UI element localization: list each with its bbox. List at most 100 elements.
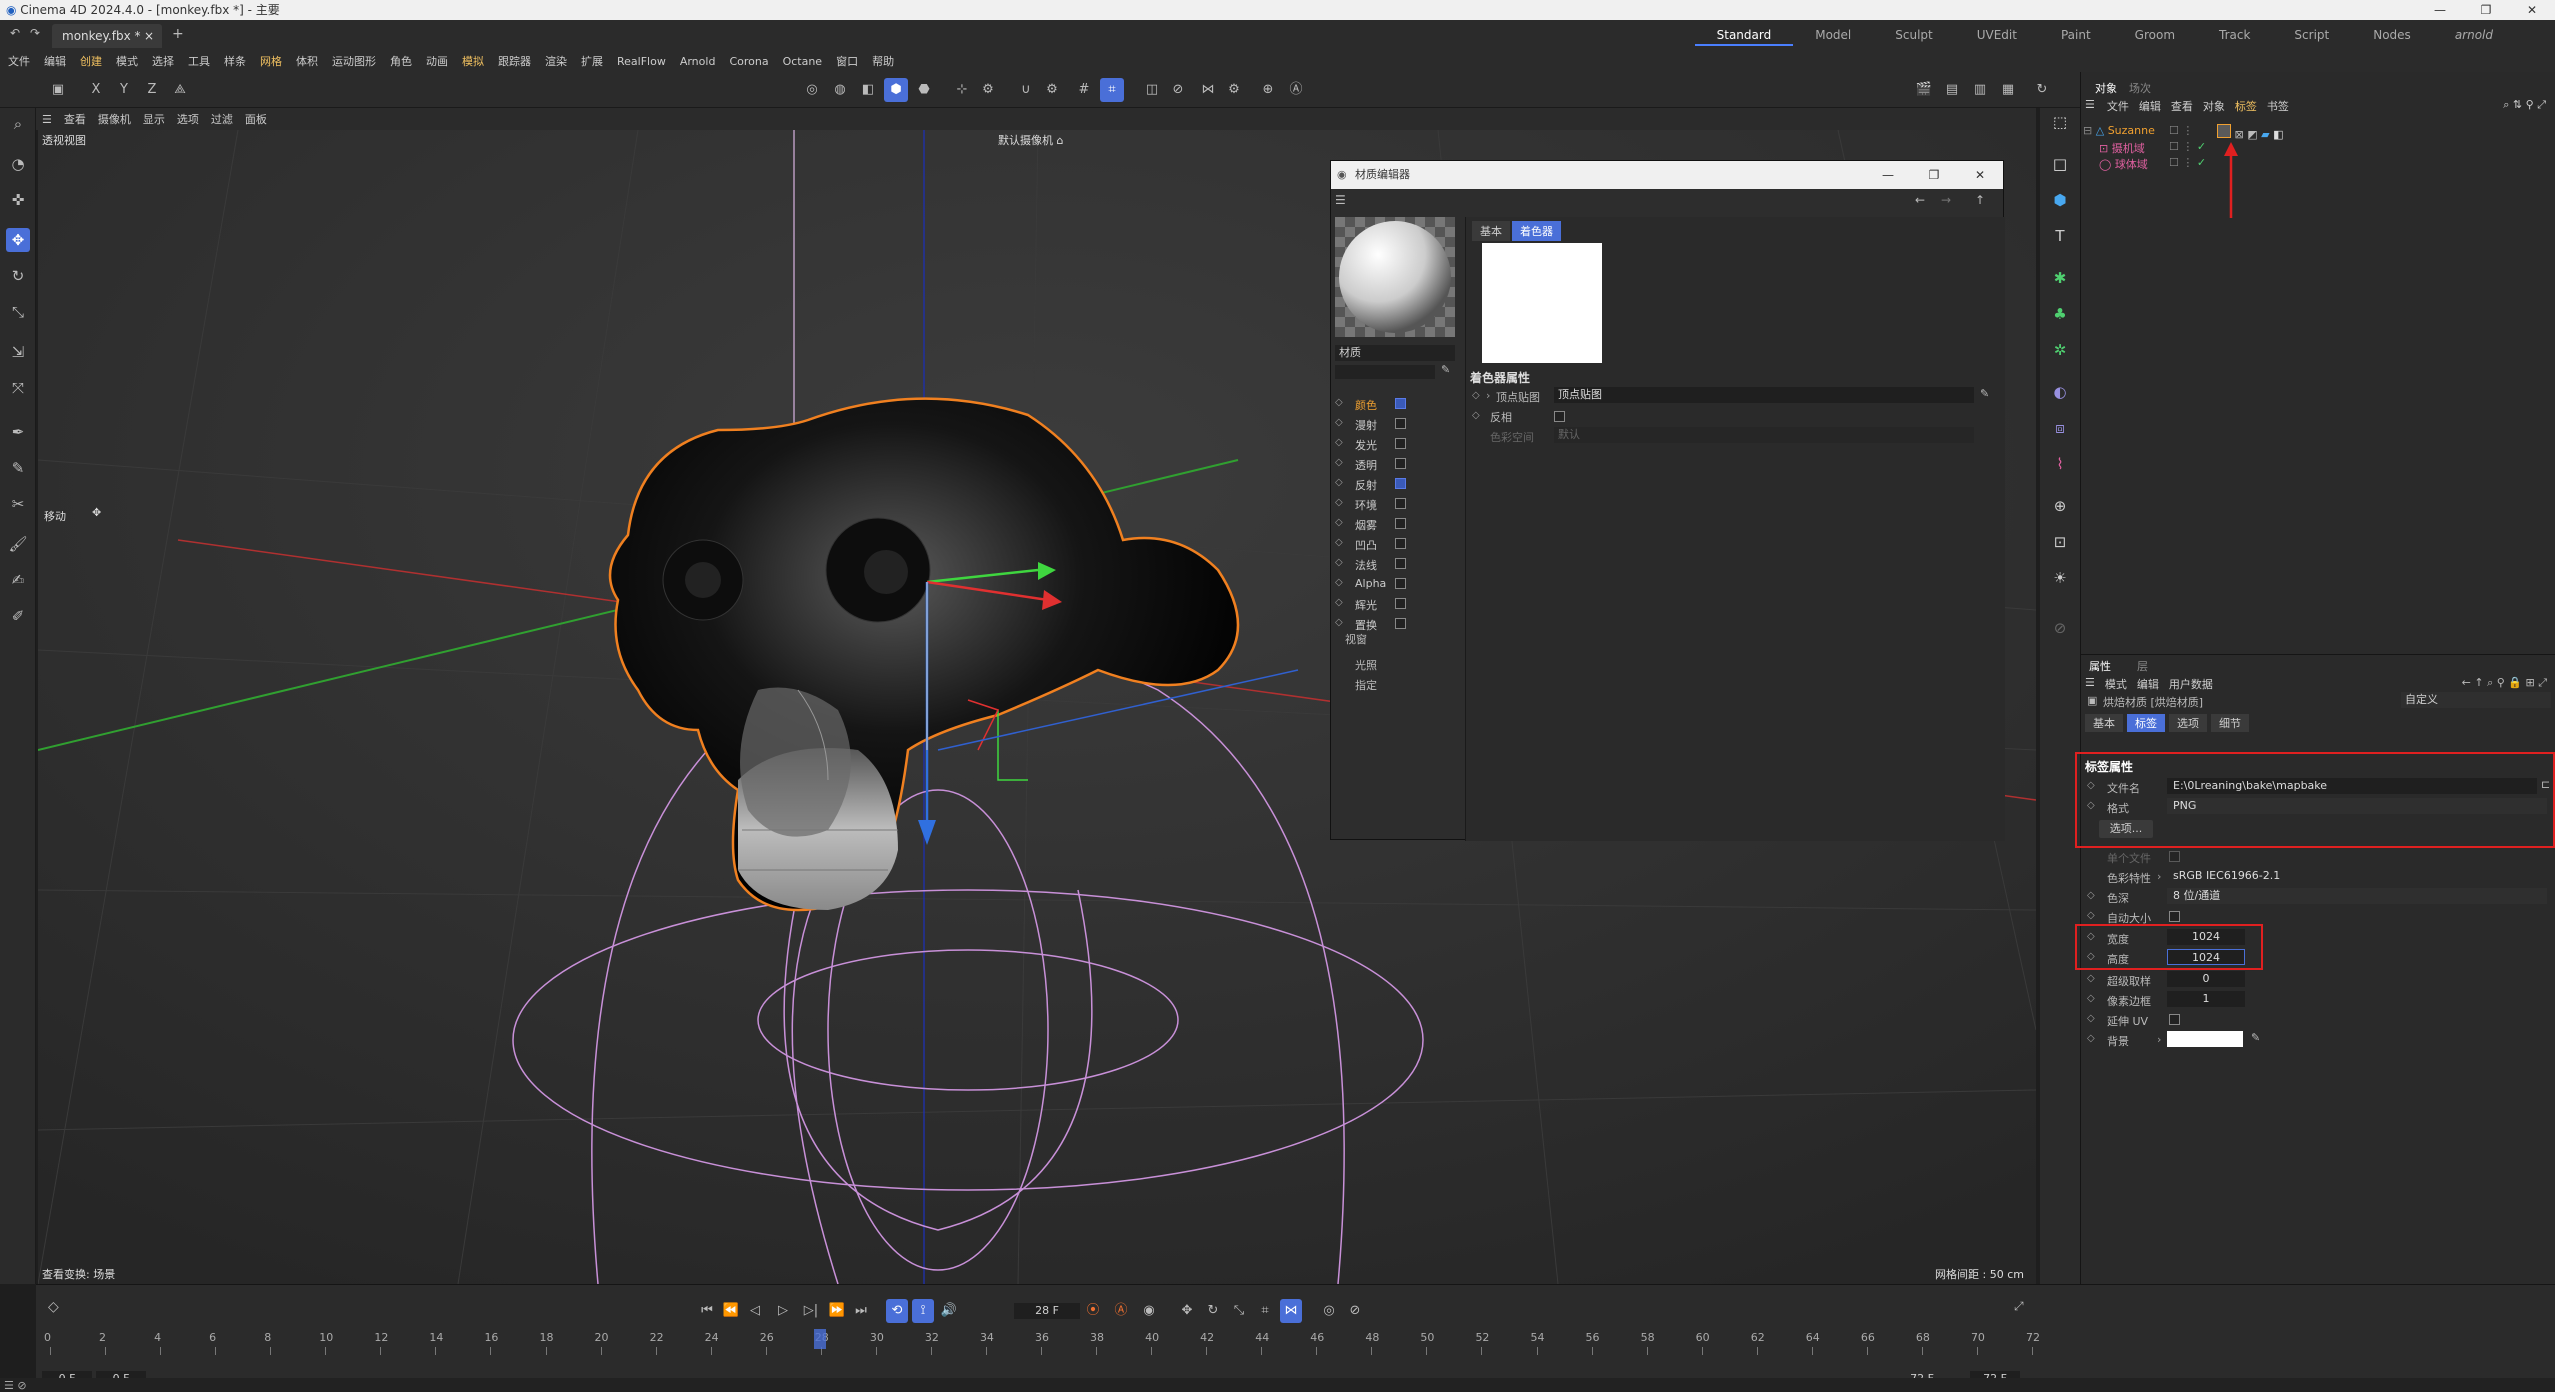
layout-script[interactable]: Script: [2272, 26, 2351, 46]
visibility-dots[interactable]: ☐ ⋮: [2169, 124, 2193, 137]
mat-close-button[interactable]: ✕: [1957, 161, 2003, 189]
om-menu-object[interactable]: 对象: [2203, 98, 2225, 114]
width-field[interactable]: 1024: [2167, 929, 2245, 945]
channel-checkbox[interactable]: [1395, 578, 1406, 589]
layout-groom[interactable]: Groom: [2113, 26, 2197, 46]
height-field[interactable]: 1024: [2167, 949, 2245, 965]
material-name-field[interactable]: 材质: [1335, 345, 1455, 361]
channel-label[interactable]: 颜色: [1355, 397, 1377, 413]
channel-illumination[interactable]: 光照: [1355, 657, 1377, 673]
keyframe-diamond-icon[interactable]: ◇: [2087, 780, 2095, 791]
tag-icon[interactable]: ⊘: [2048, 616, 2072, 640]
forward-arrow-icon[interactable]: →: [1941, 193, 1951, 207]
expand-arrow-icon[interactable]: ›: [2157, 870, 2161, 883]
x-axis-icon[interactable]: X: [84, 78, 108, 102]
expand-arrow-icon[interactable]: ›: [2157, 1033, 2161, 1046]
menu-mograph[interactable]: 运动图形: [332, 53, 376, 69]
channel-checkbox[interactable]: [1395, 598, 1406, 609]
attr-nav-icons[interactable]: ← ↑ ⌕ ⚲ 🔒 ⊞ ⤢: [2462, 676, 2547, 690]
menu-mode[interactable]: 模式: [116, 53, 138, 69]
minimize-button[interactable]: —: [2417, 0, 2463, 20]
goto-start-icon[interactable]: ⏮: [696, 1299, 718, 1323]
points-mode-icon[interactable]: ◎: [800, 78, 824, 102]
keyframe-diamond-icon[interactable]: ◇: [1472, 410, 1480, 421]
spline-pen-icon[interactable]: ✒: [6, 420, 30, 444]
y-axis-icon[interactable]: Y: [112, 78, 136, 102]
material-type-dropdown[interactable]: [1335, 365, 1435, 379]
settings-gear-icon[interactable]: ⚙: [976, 78, 1000, 102]
channel-checkbox[interactable]: [1395, 458, 1406, 469]
shader-pick-icon[interactable]: ✎: [1980, 387, 1989, 400]
keyframe-diamond-icon[interactable]: ◇: [1335, 457, 1343, 468]
keyframe-diamond-icon[interactable]: ◇: [1335, 397, 1343, 408]
goto-end-icon[interactable]: ⏭: [850, 1299, 872, 1323]
channel-viewport[interactable]: 视窗: [1345, 631, 1367, 647]
rotate-tool-icon[interactable]: ↻: [6, 264, 30, 288]
vp-menu-cameras[interactable]: 摄像机: [98, 111, 131, 127]
channel-label[interactable]: 法线: [1355, 557, 1377, 573]
tab-attributes[interactable]: 属性: [2089, 658, 2111, 674]
live-select-icon[interactable]: ◔: [6, 152, 30, 176]
field-icon[interactable]: ⧈: [2048, 416, 2072, 440]
om-menu-view[interactable]: 查看: [2171, 98, 2193, 114]
bake-material-tag-icon[interactable]: [2217, 124, 2231, 138]
menu-mesh[interactable]: 网格: [260, 53, 282, 69]
menu-select[interactable]: 选择: [152, 53, 174, 69]
keyframe-diamond-icon[interactable]: ◇: [2087, 890, 2095, 901]
vp-menu-view[interactable]: 查看: [64, 111, 86, 127]
auto-key-icon[interactable]: Ⓐ: [1110, 1299, 1132, 1323]
add-tab-icon[interactable]: +: [172, 26, 184, 42]
menu-file[interactable]: 文件: [8, 53, 30, 69]
workplane-icon[interactable]: ⌗: [1100, 78, 1124, 102]
current-frame-field[interactable]: 28 F: [1014, 1303, 1080, 1319]
vp-menu-panel[interactable]: 面板: [245, 111, 267, 127]
keyframe-diamond-icon[interactable]: ◇: [1335, 417, 1343, 428]
tab-basic[interactable]: 基本: [1472, 221, 1510, 241]
keyframe-diamond-icon[interactable]: ◇: [1335, 597, 1343, 608]
playhead[interactable]: [814, 1329, 826, 1349]
polygons-mode-icon[interactable]: ◧: [856, 78, 880, 102]
mat-minimize-button[interactable]: —: [1865, 161, 1911, 189]
keyframe-diamond-icon[interactable]: ◇: [1335, 437, 1343, 448]
colorspace-dropdown[interactable]: 默认: [1554, 427, 1974, 443]
edges-mode-icon[interactable]: ◍: [828, 78, 852, 102]
tab-layers[interactable]: 层: [2137, 658, 2148, 674]
key-position-icon[interactable]: ✥: [1176, 1299, 1198, 1323]
keyframe-diamond-icon[interactable]: ◇: [1335, 477, 1343, 488]
om-search-icon[interactable]: ⌕ ⇅ ⚲ ⤢: [2503, 98, 2546, 112]
cube-outline-icon[interactable]: □: [2048, 152, 2072, 176]
om-menu-file[interactable]: 文件: [2107, 98, 2129, 114]
maximize-button[interactable]: ❐: [2463, 0, 2509, 20]
render-active-view-icon[interactable]: ▤: [1940, 78, 1964, 102]
expand-toggle-icon[interactable]: ⊟: [2083, 124, 2092, 137]
menu-spline[interactable]: 样条: [224, 53, 246, 69]
keyframe-diamond-icon[interactable]: ◇: [1335, 557, 1343, 568]
effector-icon[interactable]: ✲: [2048, 338, 2072, 362]
next-frame-icon[interactable]: ▷|: [800, 1299, 822, 1323]
z-axis-icon[interactable]: Z: [140, 78, 164, 102]
subtab-details[interactable]: 细节: [2211, 714, 2249, 732]
hud-move-icon[interactable]: ✥: [92, 506, 101, 519]
scale-tool-icon[interactable]: ⤡: [6, 300, 30, 324]
layout-uvedit[interactable]: UVEdit: [1955, 26, 2039, 46]
invert-checkbox[interactable]: [1554, 411, 1565, 422]
layout-arnold[interactable]: arnold: [2433, 26, 2515, 46]
next-key-icon[interactable]: ⏩: [826, 1299, 848, 1323]
color-picker-icon[interactable]: ✎: [2251, 1031, 2260, 1044]
shader-field[interactable]: 顶点贴图: [1554, 387, 1974, 403]
menu-edit[interactable]: 编辑: [44, 53, 66, 69]
render-region-icon[interactable]: ⊕: [1256, 78, 1280, 102]
channel-checkbox[interactable]: [1395, 398, 1406, 409]
keyframe-diamond-icon[interactable]: ◇: [1335, 617, 1343, 628]
autosize-checkbox[interactable]: [2169, 911, 2180, 922]
refresh-icon[interactable]: ↻: [2030, 78, 2054, 102]
symmetry-settings-icon[interactable]: ⚙: [1222, 78, 1246, 102]
menu-window[interactable]: 窗口: [836, 53, 858, 69]
menu-volume[interactable]: 体积: [296, 53, 318, 69]
placement-tool-icon[interactable]: ⤧: [6, 376, 30, 400]
object-mode-icon[interactable]: ⬢: [884, 78, 908, 102]
cloner-icon[interactable]: ♣: [2048, 302, 2072, 326]
channel-label[interactable]: Alpha: [1355, 577, 1386, 590]
menu-realflow[interactable]: RealFlow: [617, 55, 666, 68]
attr-menu-icon[interactable]: ☰: [2085, 676, 2095, 692]
